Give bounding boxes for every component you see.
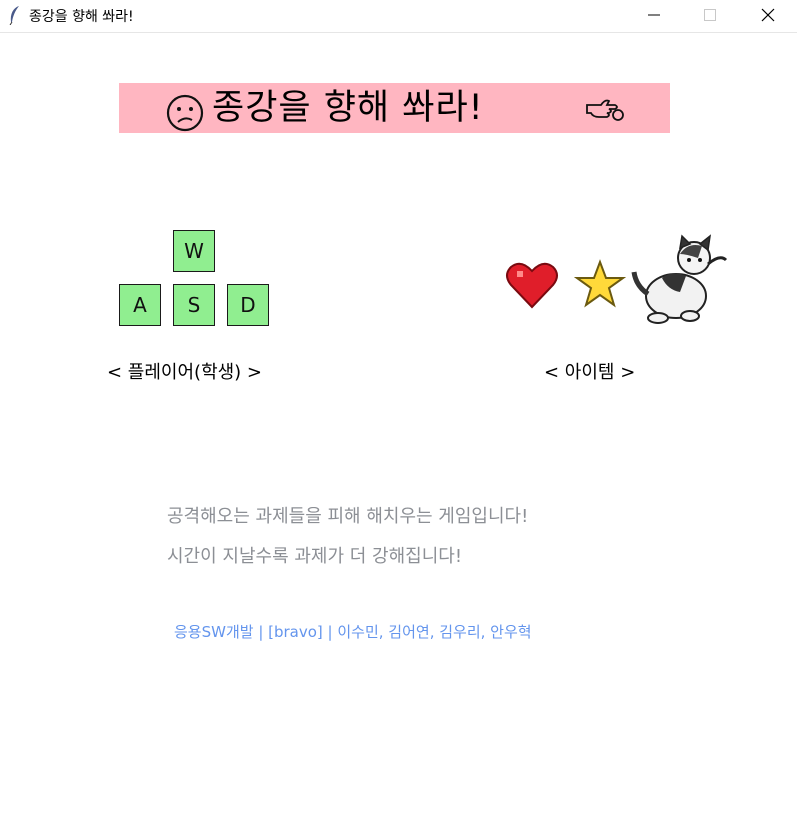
- window-title: 종강을 향해 쏴라!: [29, 9, 134, 25]
- description-line-2: 시간이 지날수록 과제가 더 강해집니다!: [167, 546, 463, 567]
- key-a: A: [119, 284, 161, 326]
- pointing-hand-icon: [586, 99, 624, 121]
- maximize-button[interactable]: [687, 0, 733, 30]
- heart-icon: [506, 262, 558, 309]
- item-caption: < 아이템 >: [544, 362, 636, 383]
- description-line-1: 공격해오는 과제들을 피해 해치우는 게임입니다!: [167, 506, 529, 527]
- feather-icon: [9, 6, 19, 25]
- cat-icon: [631, 234, 728, 324]
- maximize-icon: [704, 9, 716, 21]
- close-button[interactable]: [745, 0, 791, 30]
- minimize-icon: [648, 14, 660, 16]
- key-s: S: [173, 284, 215, 326]
- star-icon: [574, 259, 626, 308]
- sad-face-icon: [166, 94, 204, 132]
- key-d: D: [227, 284, 269, 326]
- key-w: W: [173, 230, 215, 272]
- credits: 응용SW개발 | [bravo] | 이수민, 김어연, 김우리, 안우혁: [174, 623, 532, 641]
- window-titlebar: 종강을 향해 쏴라!: [0, 0, 797, 33]
- player-caption: < 플레이어(학생) >: [107, 362, 263, 383]
- minimize-button[interactable]: [631, 0, 677, 30]
- title-banner: 종강을 향해 쏴라!: [119, 83, 670, 133]
- game-title: 종강을 향해 쏴라!: [212, 88, 484, 128]
- close-icon: [761, 8, 775, 22]
